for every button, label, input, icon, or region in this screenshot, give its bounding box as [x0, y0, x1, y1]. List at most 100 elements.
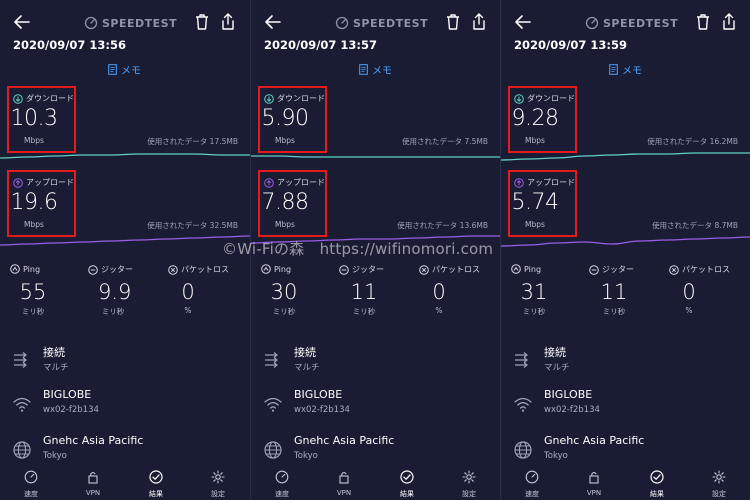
- ping-stat: Ping 31 ミリ秒: [511, 264, 581, 316]
- connection-title: 接続: [43, 346, 65, 359]
- ping-stat: Ping 55 ミリ秒: [10, 264, 80, 316]
- globe-icon: [13, 441, 31, 459]
- trash-icon[interactable]: [444, 12, 462, 32]
- nav-settings[interactable]: 設定: [447, 468, 491, 500]
- gear-icon: [211, 470, 225, 484]
- nav-results[interactable]: 結果: [134, 468, 178, 500]
- server-row[interactable]: Gnehc Asia Pacific Tokyo: [513, 434, 743, 468]
- memo-label: メモ: [622, 66, 642, 77]
- nav-settings[interactable]: 設定: [196, 468, 240, 500]
- nav-vpn-label: VPN: [586, 489, 602, 497]
- speedtest-logo: SPEEDTEST: [84, 14, 177, 32]
- upload-arrow-icon: [13, 177, 23, 188]
- share-icon[interactable]: [721, 12, 737, 32]
- upload-arrow-icon: [514, 177, 524, 188]
- download-arrow-icon: [13, 93, 23, 104]
- note-icon: [609, 64, 618, 75]
- upload-speed: 7.88: [261, 190, 309, 215]
- wifi-icon: [514, 397, 532, 412]
- memo-label: メモ: [121, 66, 141, 77]
- memo-button[interactable]: メモ: [609, 62, 642, 77]
- back-arrow-icon[interactable]: [12, 12, 32, 32]
- download-arrow-icon: [514, 93, 524, 104]
- trash-icon[interactable]: [193, 12, 211, 32]
- connection-type: マルチ: [294, 363, 320, 373]
- jitter-unit: ミリ秒: [101, 307, 125, 316]
- lock-icon: [339, 472, 349, 484]
- ping-value: 30: [270, 280, 298, 304]
- packet-loss-icon: [419, 264, 429, 275]
- packet-loss-stat: パケットロス 0 %: [669, 264, 739, 315]
- gauge-icon: [585, 16, 599, 30]
- ping-label: Ping: [23, 264, 41, 274]
- server-city: Tokyo: [294, 451, 318, 461]
- server-row[interactable]: Gnehc Asia Pacific Tokyo: [263, 434, 493, 468]
- nav-speed[interactable]: 速度: [510, 468, 554, 500]
- download-label: ダウンロード: [26, 94, 74, 103]
- isp-host: wx02-f2b134: [43, 405, 99, 415]
- memo-button[interactable]: メモ: [359, 62, 392, 77]
- nav-speed[interactable]: 速度: [260, 468, 304, 500]
- speedtest-logo: SPEEDTEST: [335, 14, 428, 32]
- download-graph: [501, 152, 750, 161]
- nav-speed[interactable]: 速度: [9, 468, 53, 500]
- watermark: ©Wi-Fiの森 https://wifinomori.com: [222, 240, 494, 258]
- connection-row: 接続 マルチ: [12, 344, 242, 378]
- ping-icon: [10, 264, 20, 274]
- download-header: ダウンロード: [264, 93, 325, 104]
- nav-results[interactable]: 結果: [635, 468, 679, 500]
- nav-settings[interactable]: 設定: [697, 468, 741, 500]
- upload-graph: [0, 235, 250, 246]
- back-arrow-icon[interactable]: [263, 12, 283, 32]
- connection-title: 接続: [294, 346, 316, 359]
- nav-vpn[interactable]: VPN: [322, 468, 366, 500]
- share-icon[interactable]: [220, 12, 236, 32]
- upload-header: アップロード: [514, 177, 575, 188]
- jitter-unit: ミリ秒: [602, 307, 626, 316]
- download-label: ダウンロード: [527, 94, 575, 103]
- upload-arrow-icon: [264, 177, 274, 188]
- download-arrow-icon: [264, 93, 274, 104]
- jitter-icon: [339, 264, 349, 275]
- connection-type: マルチ: [43, 363, 69, 373]
- packet-loss-value: 0: [682, 280, 696, 304]
- download-header: ダウンロード: [13, 93, 74, 104]
- isp-host: wx02-f2b134: [294, 405, 350, 415]
- download-graph: [0, 153, 250, 159]
- nav-vpn[interactable]: VPN: [572, 468, 616, 500]
- connection-row: 接続 マルチ: [263, 344, 493, 378]
- brand-name: SPEEDTEST: [102, 16, 178, 30]
- connection-title: 接続: [544, 346, 566, 359]
- jitter-stat: ジッター 11 ミリ秒: [589, 264, 659, 316]
- top-bar: SPEEDTEST: [251, 8, 500, 36]
- packet-loss-header: パケットロス: [168, 264, 238, 275]
- check-circle-icon: [400, 470, 414, 484]
- memo-button[interactable]: メモ: [108, 62, 141, 77]
- download-graph: [251, 155, 500, 158]
- trash-icon[interactable]: [694, 12, 712, 32]
- wifi-icon: [13, 397, 31, 412]
- packet-loss-header: パケットロス: [419, 264, 489, 275]
- top-bar: SPEEDTEST: [501, 8, 750, 36]
- jitter-stat: ジッター 11 ミリ秒: [339, 264, 409, 316]
- jitter-header: ジッター: [339, 264, 409, 275]
- packet-loss-unit: %: [685, 306, 693, 315]
- connections-icon: [265, 352, 278, 368]
- ping-unit: ミリ秒: [522, 307, 546, 316]
- upload-label: アップロード: [277, 178, 325, 187]
- nav-results-label: 結果: [149, 490, 163, 498]
- speedometer-icon: [525, 470, 539, 484]
- back-arrow-icon[interactable]: [513, 12, 533, 32]
- packet-loss-icon: [168, 264, 178, 275]
- nav-vpn[interactable]: VPN: [71, 468, 115, 500]
- jitter-stat: ジッター 9.9 ミリ秒: [88, 264, 158, 316]
- packet-loss-stat: パケットロス 0 %: [419, 264, 489, 315]
- memo-label: メモ: [372, 66, 392, 77]
- server-row[interactable]: Gnehc Asia Pacific Tokyo: [12, 434, 242, 468]
- jitter-value: 9.9: [98, 280, 132, 304]
- share-icon[interactable]: [471, 12, 487, 32]
- ping-value: 55: [19, 280, 47, 304]
- nav-results[interactable]: 結果: [385, 468, 429, 500]
- isp-row: BIGLOBE wx02-f2b134: [513, 388, 743, 422]
- upload-speed: 19.6: [10, 190, 58, 215]
